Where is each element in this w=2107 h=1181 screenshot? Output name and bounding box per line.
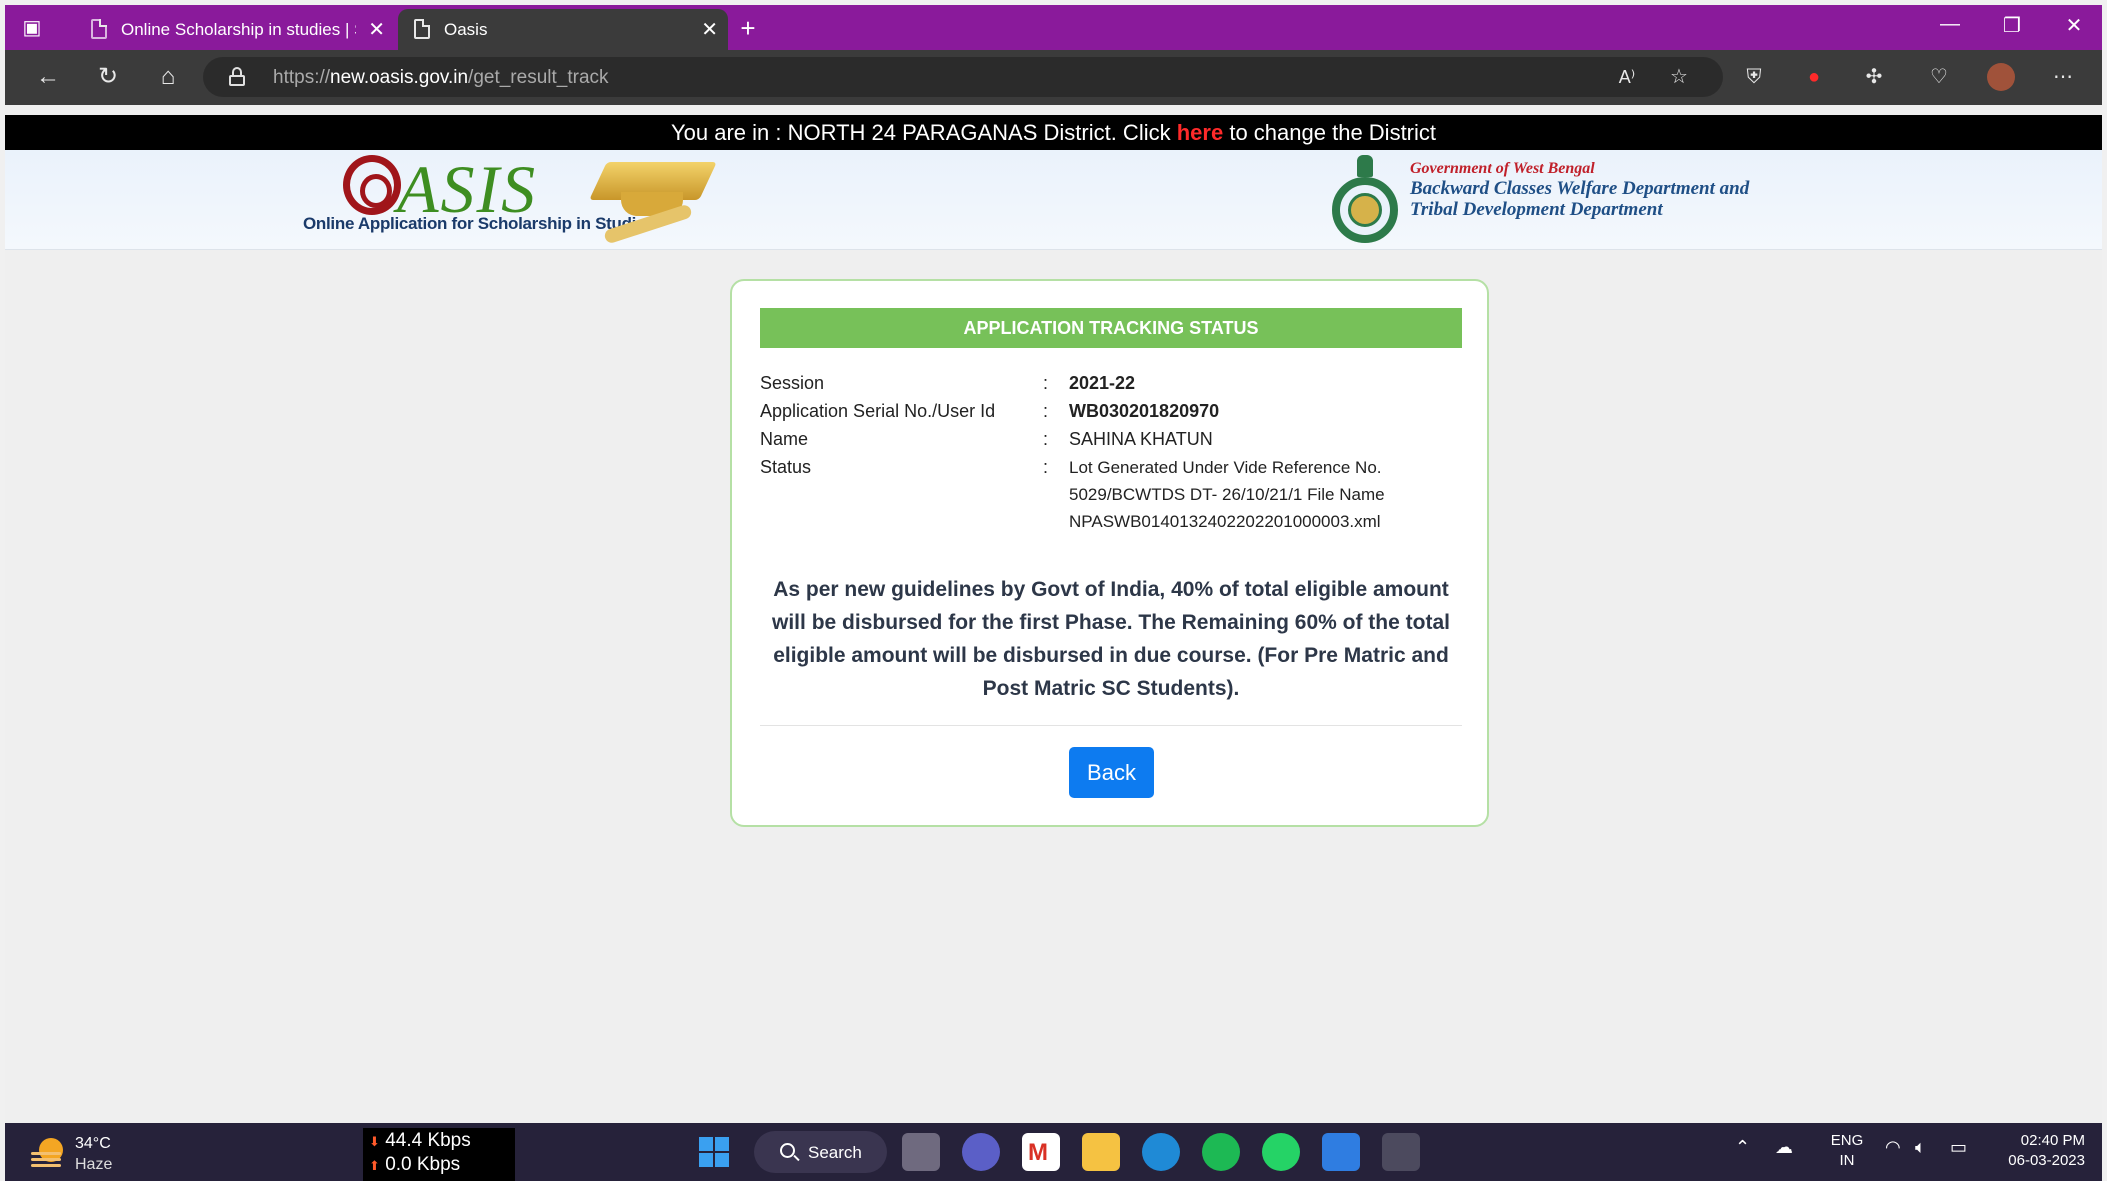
gmail-icon[interactable]: M [1022, 1133, 1060, 1171]
session-value: 2021-22 [1069, 373, 1136, 393]
spotify-icon[interactable] [1202, 1133, 1240, 1171]
row-label: Session [760, 373, 825, 393]
browser-toolbar: ← ↻ ⌂ https://new.oasis.gov.in/get_resul… [5, 50, 2102, 105]
tab-scholarship[interactable]: Online Scholarship in studies | Sc ✕ [75, 9, 395, 50]
web-page: You are in : NORTH 24 PARAGANAS District… [5, 105, 2102, 1123]
weather-description[interactable]: Haze [75, 1156, 112, 1174]
onedrive-cloud-icon[interactable]: ☁ [1775, 1137, 1793, 1158]
back-button[interactable]: Back [1069, 747, 1154, 798]
close-icon[interactable]: ✕ [368, 17, 385, 42]
browser-essentials-icon[interactable]: ♡ [1925, 63, 1953, 91]
oasis-logo-o [343, 155, 401, 215]
status-value: Lot Generated Under Vide Reference No. 5… [1069, 458, 1385, 531]
file-explorer-icon[interactable] [1082, 1133, 1120, 1171]
tracking-status-card: APPLICATION TRACKING STATUS Session : 20… [730, 279, 1489, 827]
minimize-icon[interactable]: — [1935, 13, 1965, 36]
wifi-icon[interactable]: ◠ [1885, 1137, 1901, 1158]
lock-icon[interactable] [229, 67, 245, 86]
weather-haze-icon[interactable] [31, 1138, 65, 1168]
system-clock[interactable]: 02:40 PM 06-03-2023 [1985, 1131, 2085, 1171]
screen: ▣ Online Scholarship in studies | Sc ✕ O… [5, 5, 2102, 1181]
page-icon [414, 19, 430, 39]
refresh-icon[interactable]: ↻ [93, 64, 123, 90]
windows-taskbar: 34°C Haze ⬇ 44.4 Kbps ⬆ 0.0 Kbps Search … [5, 1123, 2102, 1181]
tab-title: Online Scholarship in studies | Sc [121, 20, 356, 39]
window-close-icon[interactable]: ✕ [2059, 13, 2089, 38]
row-label: Name [760, 429, 809, 449]
task-view-icon[interactable] [902, 1133, 940, 1171]
adblock-icon[interactable]: ● [1800, 63, 1828, 91]
divider [760, 725, 1462, 726]
address-bar[interactable]: https://new.oasis.gov.in/get_result_trac… [203, 57, 1723, 97]
teams-chat-icon[interactable] [962, 1133, 1000, 1171]
calculator-icon[interactable] [1382, 1133, 1420, 1171]
more-options-icon[interactable]: ⋯ [2049, 63, 2077, 91]
tab-actions-icon[interactable]: ▣ [19, 15, 45, 41]
tab-title: Oasis [444, 20, 488, 39]
shield-icon[interactable]: ⛨ [1740, 63, 1768, 91]
restore-icon[interactable]: ❐ [1997, 13, 2027, 38]
url-text[interactable]: https://new.oasis.gov.in/get_result_trac… [273, 67, 609, 89]
microsoft-store-icon[interactable] [1322, 1133, 1360, 1171]
home-icon[interactable]: ⌂ [153, 64, 183, 90]
whatsapp-icon[interactable] [1262, 1133, 1300, 1171]
network-speed-meter: ⬇ 44.4 Kbps ⬆ 0.0 Kbps [363, 1128, 515, 1181]
row-label: Application Serial No./User Id [760, 401, 996, 421]
edge-browser-icon[interactable] [1142, 1133, 1180, 1171]
chevron-up-icon[interactable]: ⌃ [1735, 1137, 1750, 1158]
name-value: SAHINA KHATUN [1069, 429, 1213, 449]
battery-icon[interactable]: ▭ [1950, 1137, 1967, 1158]
tab-oasis[interactable]: Oasis ✕ [398, 9, 728, 50]
back-arrow-icon[interactable]: ← [33, 64, 63, 90]
government-name: Government of West Bengal [1410, 160, 1595, 177]
upload-arrow-icon: ⬆ [369, 1158, 380, 1173]
row-label: Status [760, 457, 812, 477]
change-district-link[interactable]: here [1177, 120, 1223, 145]
district-banner: You are in : NORTH 24 PARAGANAS District… [5, 115, 2102, 150]
taskbar-search[interactable]: Search [754, 1131, 887, 1173]
weather-temperature[interactable]: 34°C [75, 1135, 111, 1153]
close-icon[interactable]: ✕ [701, 17, 718, 42]
west-bengal-emblem-icon [1330, 155, 1400, 243]
card-title: APPLICATION TRACKING STATUS [760, 308, 1462, 348]
department-name: Backward Classes Welfare Department and … [1410, 178, 1750, 220]
read-aloud-icon[interactable]: A⁾ [1613, 63, 1641, 91]
extensions-icon[interactable]: ✣ [1860, 63, 1888, 91]
volume-icon[interactable]: 🔈︎ [1915, 1137, 1926, 1158]
search-icon [780, 1143, 795, 1158]
page-icon [91, 19, 107, 39]
favorite-star-icon[interactable]: ☆ [1665, 63, 1693, 91]
windows-start-icon[interactable] [695, 1133, 733, 1171]
browser-tab-bar: ▣ Online Scholarship in studies | Sc ✕ O… [5, 5, 2102, 50]
graduation-cap-icon [589, 162, 717, 245]
user-id-value: WB030201820970 [1069, 401, 1220, 421]
profile-avatar[interactable] [1987, 63, 2015, 91]
download-arrow-icon: ⬇ [369, 1134, 380, 1149]
disbursement-notice: As per new guidelines by Govt of India, … [772, 578, 1450, 700]
new-tab-icon[interactable]: + [735, 15, 761, 41]
site-header: ASIS Online Application for Scholarship … [5, 150, 2102, 250]
language-indicator[interactable]: ENG IN [1825, 1131, 1869, 1171]
